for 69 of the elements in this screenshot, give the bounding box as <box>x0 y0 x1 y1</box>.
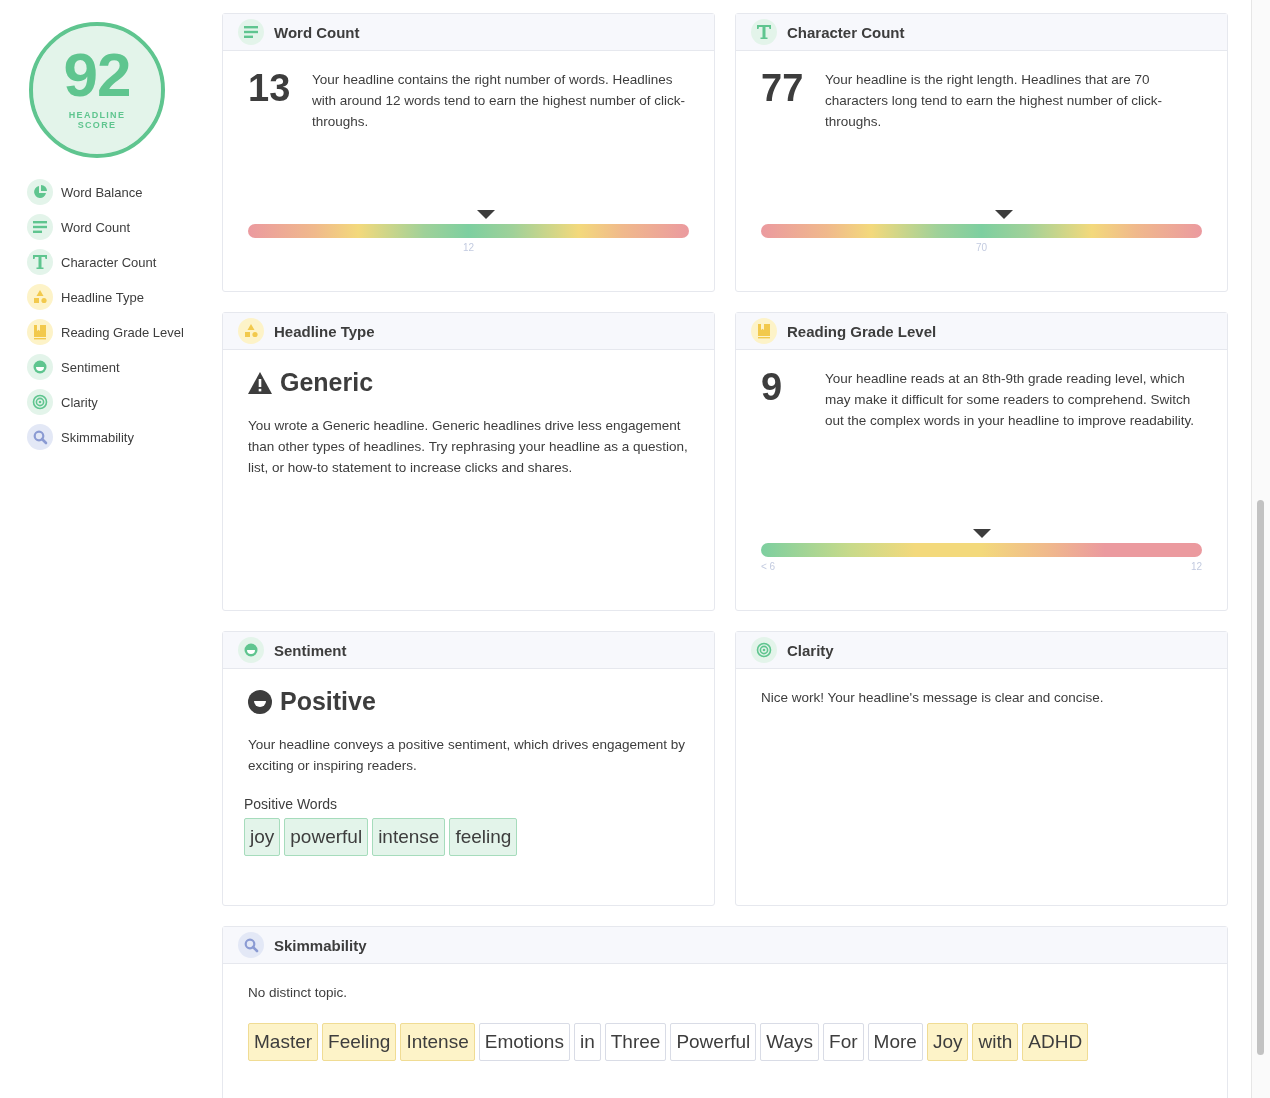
words-heading: Positive Words <box>244 796 339 812</box>
headline-word: with <box>972 1023 1019 1061</box>
shapes-icon <box>238 318 264 344</box>
sidebar-item[interactable]: Clarity <box>27 389 222 415</box>
score-value: 92 <box>63 44 131 106</box>
headline-word: More <box>867 1023 923 1061</box>
book-icon <box>751 318 777 344</box>
target-icon <box>27 389 53 415</box>
word-tag: feeling <box>449 818 518 856</box>
headline-word: For <box>823 1023 864 1061</box>
headline-word: Intense <box>400 1023 475 1061</box>
metric-value: 77 <box>761 69 805 111</box>
card-title: Reading Grade Level <box>787 322 937 340</box>
verdict-description: Your headline conveys a positive sentiment, which drives engagement by exciting or inspiring readers. <box>248 736 686 775</box>
scale-label: 12 <box>1190 561 1202 572</box>
sidebar-item[interactable]: Sentiment <box>27 354 222 380</box>
verdict-description: You wrote a Generic headline. Generic headlines drive less engagement than other types of headlines. Try rephrasing your headline as a question, list, or how-to statement to increase clicks and shares. <box>248 417 689 477</box>
score-label: HEADLINE SCORE <box>67 110 127 130</box>
sidebar-item[interactable]: Word Count <box>27 214 222 240</box>
target-icon <box>751 637 777 663</box>
search-icon <box>238 932 264 958</box>
text-lines-icon <box>238 19 264 45</box>
search-icon <box>27 424 53 450</box>
warning-icon <box>248 370 272 395</box>
pie-chart-icon <box>27 179 53 205</box>
sidebar-item[interactable]: Word Balance <box>27 179 222 205</box>
letter-t-icon <box>751 19 777 45</box>
letter-t-icon <box>27 249 53 275</box>
headline-word: Joy <box>926 1023 969 1061</box>
headline-word: in <box>573 1023 601 1061</box>
sidebar-item[interactable]: Reading Grade Level <box>27 319 222 345</box>
headline-word: Three <box>604 1023 667 1061</box>
headline-word: Ways <box>760 1023 820 1061</box>
metric-description: Your headline reads at an 8th-9th grade reading level, which may make it difficult for some readers to comprehend. Switch out the complex words in your headline to improve readability. <box>825 370 1195 430</box>
clarity-message: Nice work! Your headline's message is clear and concise. <box>761 689 1105 707</box>
metric-description: Your headline is the right length. Headlines that are 70 characters long tend to earn the highest number of click-throughs. <box>825 71 1163 131</box>
headline-word: Master <box>248 1023 319 1061</box>
card-title: Word Count <box>274 23 360 41</box>
metric-value: 13 <box>248 69 292 111</box>
text-lines-icon <box>27 214 53 240</box>
word-tag: powerful <box>284 818 369 856</box>
smile-icon <box>248 689 272 714</box>
book-icon <box>27 319 53 345</box>
scrollbar[interactable] <box>1251 0 1270 1098</box>
headline-word: Powerful <box>670 1023 757 1061</box>
headline-word: ADHD <box>1022 1023 1089 1061</box>
verdict-label: Positive <box>280 687 376 716</box>
skimmability-message: No distinct topic. <box>248 984 349 1002</box>
verdict-label: Generic <box>280 368 374 397</box>
word-tag: joy <box>244 818 281 856</box>
sidebar-item[interactable]: Character Count <box>27 249 222 275</box>
card-title: Clarity <box>787 641 834 659</box>
metric-value: 9 <box>761 368 784 410</box>
card-title: Headline Type <box>274 322 375 340</box>
sidebar-item[interactable]: Headline Type <box>27 284 222 310</box>
sidebar-item[interactable]: Skimmability <box>27 424 222 450</box>
scale-label: < 6 <box>761 561 776 572</box>
metric-description: Your headline contains the right number of words. Headlines with around 12 words tend to earn the highest number of click-throughs. <box>312 71 686 131</box>
smile-icon <box>238 637 264 663</box>
scale-label: 12 <box>462 242 475 253</box>
word-tag: intense <box>372 818 446 856</box>
headline-word: Feeling <box>322 1023 397 1061</box>
card-title: Character Count <box>787 23 905 41</box>
smile-icon <box>27 354 53 380</box>
headline-word: Emotions <box>478 1023 570 1061</box>
card-title: Skimmability <box>274 936 367 954</box>
card-title: Sentiment <box>274 641 347 659</box>
scale-label: 70 <box>975 242 988 253</box>
shapes-icon <box>27 284 53 310</box>
